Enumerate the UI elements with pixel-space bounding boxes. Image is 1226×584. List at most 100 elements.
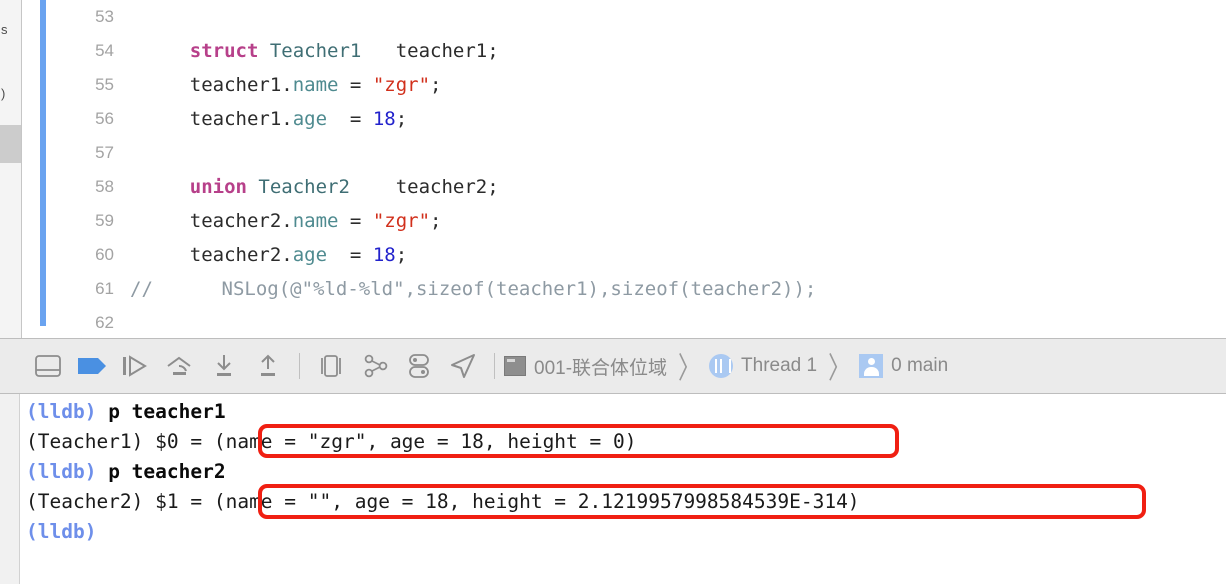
console-segment: (lldb)	[26, 520, 97, 543]
line-number: 53	[95, 7, 114, 26]
code-text: struct Teacher1 teacher1;	[144, 34, 499, 68]
breadcrumb-thread[interactable]: Thread 1	[709, 354, 817, 378]
line-number: 56	[95, 109, 114, 128]
line-number: 59	[95, 211, 114, 230]
code-line[interactable]: 53	[22, 0, 1226, 34]
console-output: (lldb) p teacher1 (Teacher1) $0 = (name =…	[26, 397, 1221, 547]
code-line-list: 53 54 struct Teacher1 teacher1; 55 teacher…	[22, 0, 1226, 338]
code-token: teacher2.	[144, 210, 293, 232]
code-text: teacher2.name = "zgr";	[144, 204, 442, 238]
simulate-location-icon[interactable]	[441, 344, 485, 388]
breadcrumb-frame-label: 0 main	[891, 355, 949, 376]
navigator-strip[interactable]: s )	[0, 0, 22, 338]
code-line[interactable]: 62	[22, 306, 1226, 338]
code-token: "zgr"	[372, 74, 431, 96]
line-number: 54	[95, 41, 114, 60]
hide-debug-area-icon[interactable]	[26, 344, 70, 388]
continue-execution-icon[interactable]	[114, 344, 158, 388]
console-segment: p teacher2	[108, 460, 226, 483]
code-line[interactable]: 59 teacher2.name = "zgr";	[22, 204, 1226, 238]
console-gutter	[0, 394, 20, 584]
line-number: 62	[95, 313, 114, 332]
line-number: 61	[95, 279, 114, 298]
console-segment: (name = "zgr", age = 18, height = 0)	[213, 430, 637, 453]
console-line: (lldb) p teacher1	[26, 397, 1221, 427]
code-token: name	[292, 74, 339, 96]
navigator-text-fragment-mid: )	[1, 86, 6, 101]
breadcrumb-frame[interactable]: 0 main	[859, 354, 948, 378]
code-text: teacher1.age = 18;	[144, 102, 407, 136]
step-into-icon[interactable]	[202, 344, 246, 388]
source-editor[interactable]: 53 54 struct Teacher1 teacher1; 55 teacher…	[22, 0, 1226, 338]
breadcrumb-thread-label: Thread 1	[741, 355, 818, 376]
code-token: teacher2.	[144, 244, 293, 266]
code-token: Teacher2	[258, 176, 350, 198]
code-token: =	[338, 74, 373, 96]
code-token: teacher1.	[144, 108, 293, 130]
deactivate-breakpoints-icon[interactable]	[70, 344, 114, 388]
debug-bar: 001-联合体位域 〉 Thread 1 〉 0 main	[0, 338, 1226, 394]
code-line[interactable]: 56 teacher1.age = 18;	[22, 102, 1226, 136]
console-segment: (Teacher2) $1 =	[26, 490, 214, 513]
console-line: (lldb) p teacher2	[26, 457, 1221, 487]
toolbar-divider-1	[299, 353, 300, 379]
code-token: =	[327, 108, 373, 130]
console-segment: (lldb)	[26, 400, 109, 423]
code-line[interactable]: 58 union Teacher2 teacher2;	[22, 170, 1226, 204]
code-token: ;	[430, 74, 442, 96]
step-out-icon[interactable]	[246, 344, 290, 388]
stack-frame-icon	[859, 354, 884, 378]
line-number: 58	[95, 177, 114, 196]
console-segment: p teacher1	[108, 400, 226, 423]
line-number: 60	[95, 245, 114, 264]
code-token: "zgr"	[372, 210, 431, 232]
code-text: teacher2.age = 18;	[144, 238, 407, 272]
breadcrumb-project[interactable]: 001-联合体位域	[504, 353, 667, 380]
code-line[interactable]: 61 // NSLog(@"%ld-%ld",sizeof(teacher1),s…	[22, 272, 1226, 306]
code-token: age	[292, 108, 328, 130]
code-token: =	[327, 244, 373, 266]
code-token: 18	[372, 244, 396, 266]
console-line: (lldb)	[26, 517, 1221, 547]
code-token: ;	[395, 108, 408, 130]
navigator-text-fragment-top: s	[1, 22, 8, 37]
code-token: Teacher1	[269, 40, 362, 62]
code-token: // NSLog(@"%ld-%ld",sizeof(teacher1),siz…	[130, 278, 817, 300]
debug-view-hierarchy-icon[interactable]	[309, 344, 353, 388]
project-icon	[504, 356, 526, 376]
xcode-window: s ) 53 54 struct Teacher1 teacher1; 55 tea…	[0, 0, 1226, 584]
line-number: 57	[95, 143, 114, 162]
code-token: name	[292, 210, 339, 232]
step-over-icon[interactable]	[158, 344, 202, 388]
code-line[interactable]: 54 struct Teacher1 teacher1;	[22, 34, 1226, 68]
code-line[interactable]: 55 teacher1.name = "zgr";	[22, 68, 1226, 102]
code-token: 18	[372, 108, 396, 130]
code-token: ;	[430, 210, 442, 232]
code-token: age	[292, 244, 328, 266]
navigator-selected-row[interactable]	[0, 125, 21, 163]
console-line: (Teacher2) $1 = (name = "", age = 18, he…	[26, 487, 1221, 517]
debug-console[interactable]: (lldb) p teacher1 (Teacher1) $0 = (name =…	[0, 394, 1226, 584]
code-token: struct	[189, 40, 259, 62]
code-text: union Teacher2 teacher2;	[144, 170, 499, 204]
code-line[interactable]: 60 teacher2.age = 18;	[22, 238, 1226, 272]
code-token: ;	[395, 244, 408, 266]
code-token: teacher1;	[361, 40, 499, 62]
code-token: teacher1.	[144, 74, 293, 96]
code-token: union	[189, 176, 247, 198]
environment-overrides-icon[interactable]	[397, 344, 441, 388]
breadcrumb-project-label: 001-联合体位域	[534, 357, 668, 379]
debug-memory-graph-icon[interactable]	[353, 344, 397, 388]
code-token: teacher2;	[349, 176, 499, 198]
chevron-right-icon-1: 〉	[678, 351, 701, 385]
console-segment: (name = "", age = 18, height = 2.1219957…	[213, 490, 860, 513]
thread-icon	[709, 354, 734, 378]
line-number: 55	[95, 75, 114, 94]
console-segment: (Teacher1) $0 =	[26, 430, 214, 453]
code-line[interactable]: 57	[22, 136, 1226, 170]
console-segment: (lldb)	[26, 460, 109, 483]
toolbar-divider-2	[494, 353, 495, 379]
